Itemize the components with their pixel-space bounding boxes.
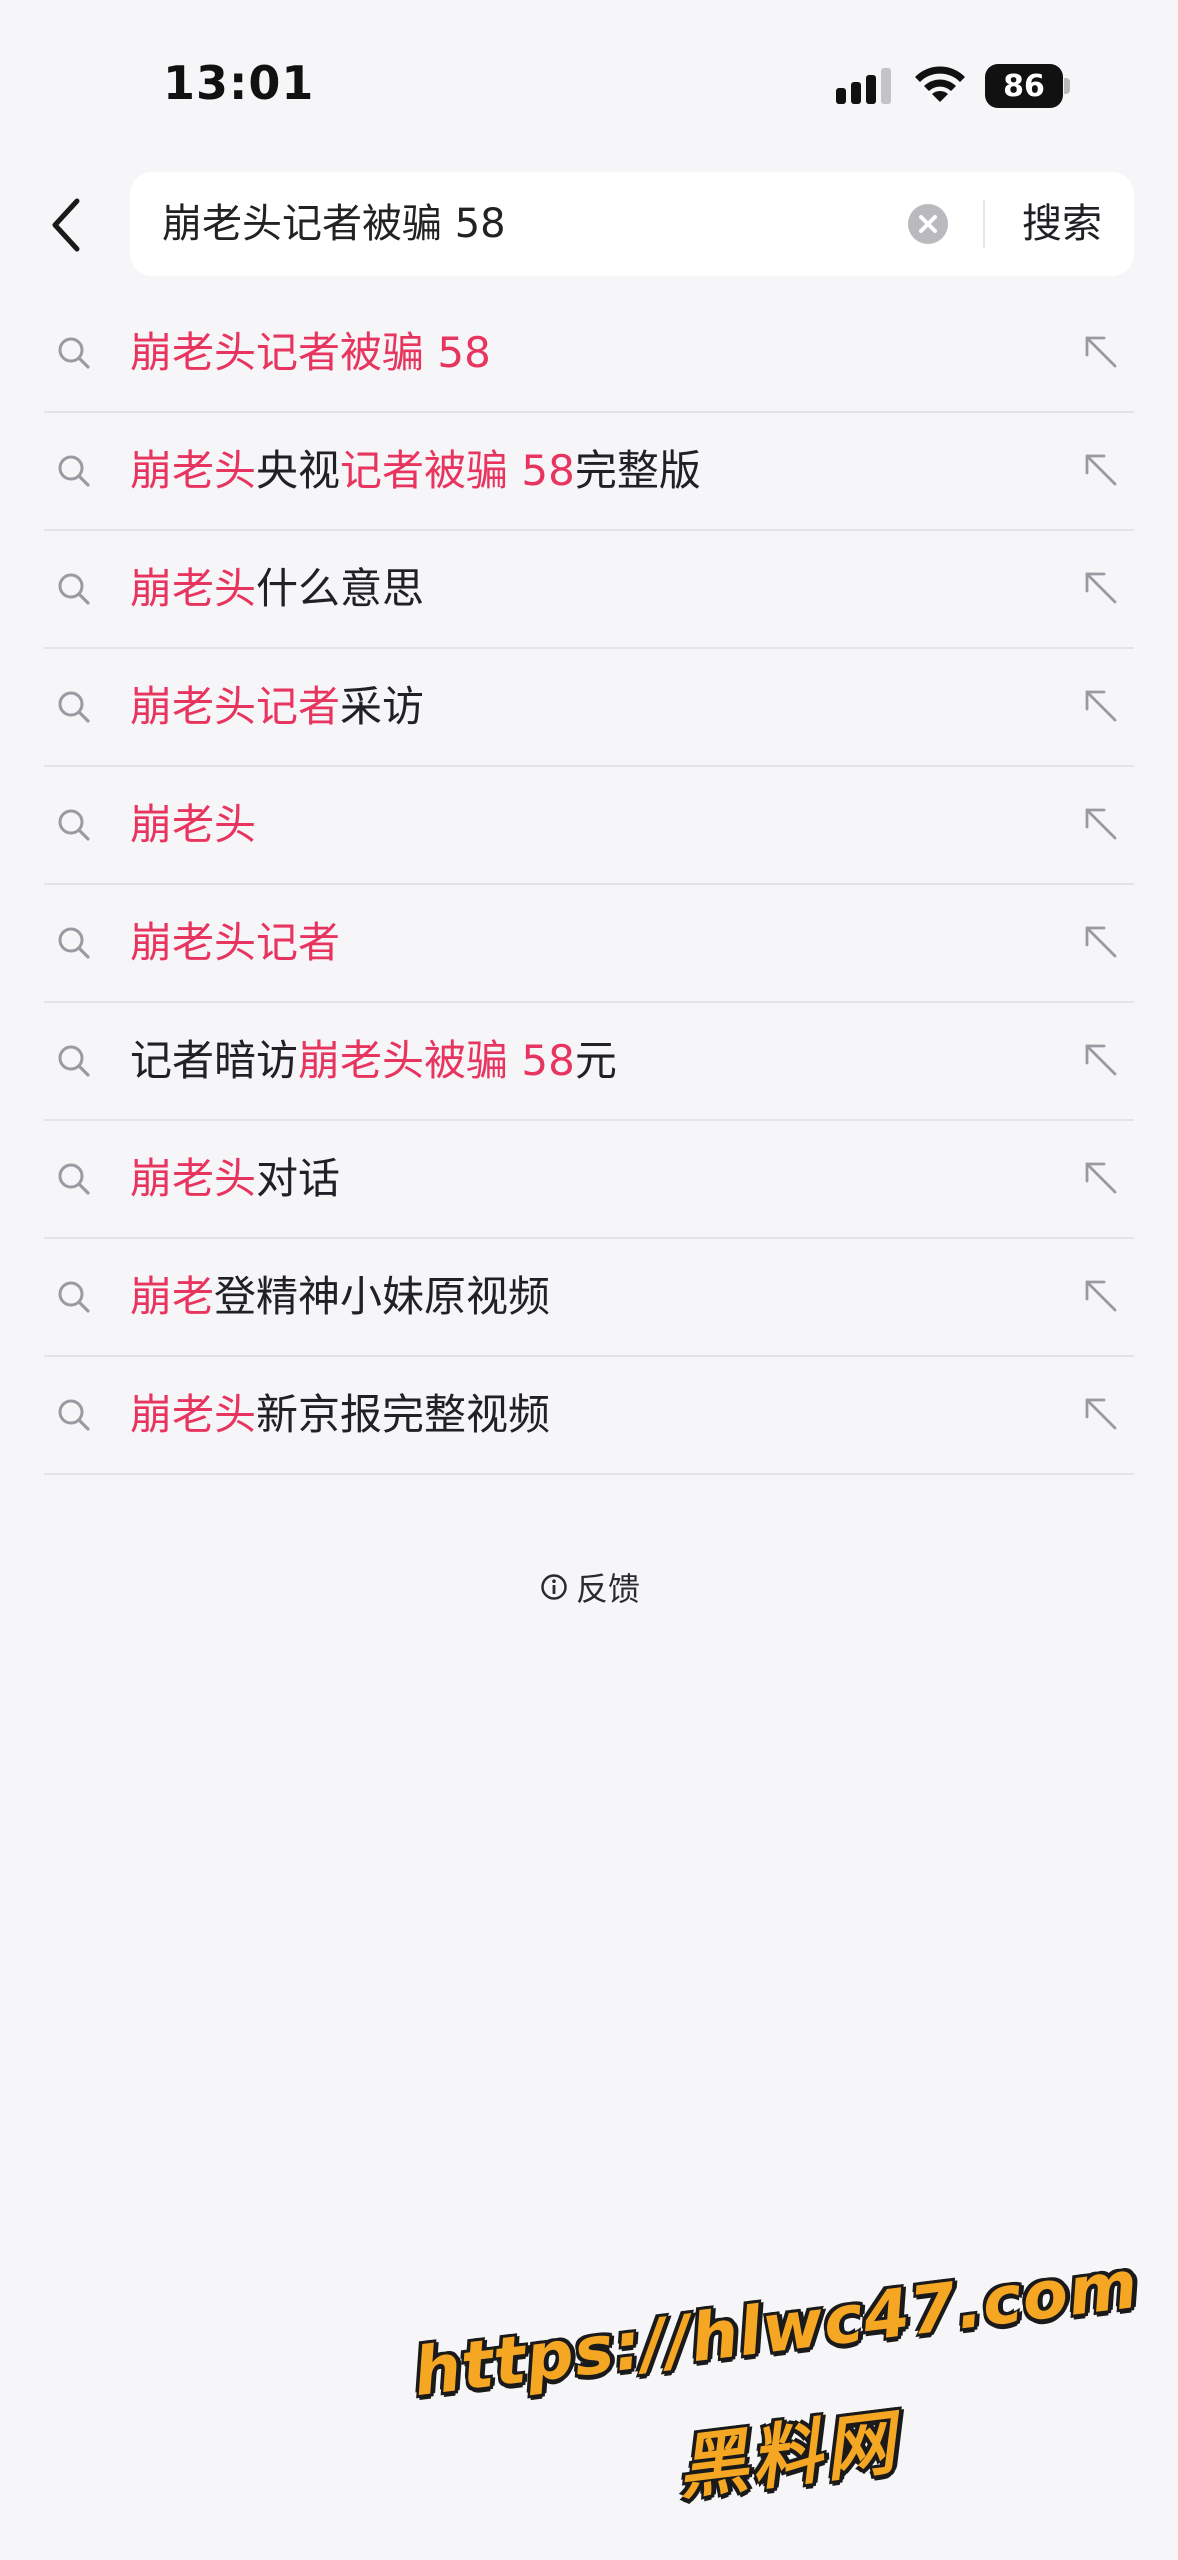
status-bar: 13:01 86: [0, 0, 1178, 160]
suggestion-item[interactable]: 崩老头对话: [44, 1121, 1134, 1239]
watermark-url: https://hlwc47.com: [409, 2245, 1143, 2412]
suggestion-text: 崩老头记者被骗 58: [130, 295, 491, 411]
suggestion-segment: 新京报完整视频: [256, 1390, 551, 1439]
search-icon: [58, 337, 90, 369]
suggestion-list: 崩老头记者被骗 58 崩老头央视记者被骗 58完整版 崩老头什么意思 崩老头记者采访崩…: [44, 295, 1134, 1475]
search-icon: [58, 1163, 90, 1195]
battery-cap: [1064, 78, 1070, 94]
arrow-up-left-icon[interactable]: [1082, 569, 1120, 607]
arrow-up-left-icon[interactable]: [1082, 1277, 1120, 1315]
suggestion-item[interactable]: 记者暗访崩老头被骗 58元: [44, 1003, 1134, 1121]
watermark-name: 黑料网: [672, 2401, 903, 2510]
suggestion-text: 崩老头新京报完整视频: [130, 1357, 550, 1473]
search-icon: [58, 455, 90, 487]
suggestion-highlight: 崩老头: [130, 1154, 257, 1203]
suggestion-text: 崩老头记者: [130, 885, 340, 1001]
suggestion-highlight: 崩老头: [130, 446, 257, 495]
search-icon: [58, 1399, 90, 1431]
wifi-icon: [915, 66, 965, 102]
chevron-left-icon: [52, 198, 80, 252]
search-divider: [983, 200, 985, 248]
suggestion-highlight: 崩老头记者: [130, 918, 341, 967]
arrow-up-left-icon[interactable]: [1082, 451, 1120, 489]
suggestion-item[interactable]: 崩老头央视记者被骗 58完整版: [44, 413, 1134, 531]
suggestion-highlight: 崩老头: [130, 1390, 257, 1439]
suggestion-segment: 对话: [256, 1154, 341, 1203]
battery-level: 86: [985, 64, 1063, 108]
search-icon: [58, 573, 90, 605]
feedback-button[interactable]: 反馈: [540, 1562, 640, 1612]
back-button[interactable]: [36, 190, 96, 260]
search-input[interactable]: 崩老头记者被骗 58: [162, 172, 506, 276]
suggestion-item[interactable]: 崩老登精神小妹原视频: [44, 1239, 1134, 1357]
suggestion-text: 记者暗访崩老头被骗 58元: [130, 1003, 617, 1119]
suggestion-segment: 元: [574, 1036, 617, 1085]
suggestion-text: 崩老头记者采访: [130, 649, 424, 765]
suggestion-segment: 采访: [340, 682, 425, 731]
suggestion-highlight: 崩老头记者被骗 58: [130, 328, 491, 377]
suggestion-text: 崩老头什么意思: [130, 531, 424, 647]
search-button[interactable]: 搜索: [1002, 172, 1122, 276]
search-icon: [58, 691, 90, 723]
clear-circle-icon[interactable]: [906, 202, 950, 246]
suggestion-item[interactable]: 崩老头什么意思: [44, 531, 1134, 649]
suggestion-item[interactable]: 崩老头记者: [44, 885, 1134, 1003]
suggestion-highlight: 崩老头: [130, 564, 257, 613]
suggestion-segment: 登精神小妹原视频: [214, 1272, 551, 1321]
suggestion-highlight: 记者被骗 58: [340, 446, 575, 495]
arrow-up-left-icon[interactable]: [1082, 1395, 1120, 1433]
battery-indicator: 86: [985, 64, 1071, 108]
suggestion-segment: 什么意思: [256, 564, 425, 613]
suggestion-item[interactable]: 崩老头: [44, 767, 1134, 885]
suggestion-highlight: 崩老头记者: [130, 682, 341, 731]
arrow-up-left-icon[interactable]: [1082, 1041, 1120, 1079]
signal-icon: [836, 68, 891, 104]
suggestion-item[interactable]: 崩老头记者采访: [44, 649, 1134, 767]
suggestion-text: 崩老头: [130, 767, 256, 883]
arrow-up-left-icon[interactable]: [1082, 923, 1120, 961]
suggestion-text: 崩老头对话: [130, 1121, 340, 1237]
search-icon: [58, 809, 90, 841]
suggestion-highlight: 崩老头: [130, 800, 257, 849]
info-icon: [541, 1574, 567, 1600]
arrow-up-left-icon[interactable]: [1082, 805, 1120, 843]
suggestion-text: 崩老头央视记者被骗 58完整版: [130, 413, 701, 529]
arrow-up-left-icon[interactable]: [1082, 1159, 1120, 1197]
watermark: https://hlwc47.com 黑料网: [407, 2227, 1153, 2560]
search-icon: [58, 927, 90, 959]
suggestion-text: 崩老登精神小妹原视频: [130, 1239, 550, 1355]
search-icon: [58, 1045, 90, 1077]
suggestion-item[interactable]: 崩老头新京报完整视频: [44, 1357, 1134, 1475]
arrow-up-left-icon[interactable]: [1082, 687, 1120, 725]
suggestion-item[interactable]: 崩老头记者被骗 58: [44, 295, 1134, 413]
suggestion-highlight: 崩老头被骗 58: [298, 1036, 575, 1085]
search-icon: [58, 1281, 90, 1313]
suggestion-segment: 完整版: [574, 446, 701, 495]
suggestion-segment: 央视: [256, 446, 341, 495]
suggestion-highlight: 崩老: [130, 1272, 215, 1321]
search-suggestion-page: 13:01 86 崩老头记者被骗 58 搜索 崩老头记者被骗 58 崩老头央视记…: [0, 0, 1178, 2560]
arrow-up-left-icon[interactable]: [1082, 333, 1120, 371]
feedback-label: 反馈: [576, 1570, 641, 1608]
search-box: 崩老头记者被骗 58 搜索: [130, 172, 1134, 276]
status-time: 13:01: [163, 56, 315, 110]
suggestion-segment: 记者暗访: [130, 1036, 299, 1085]
